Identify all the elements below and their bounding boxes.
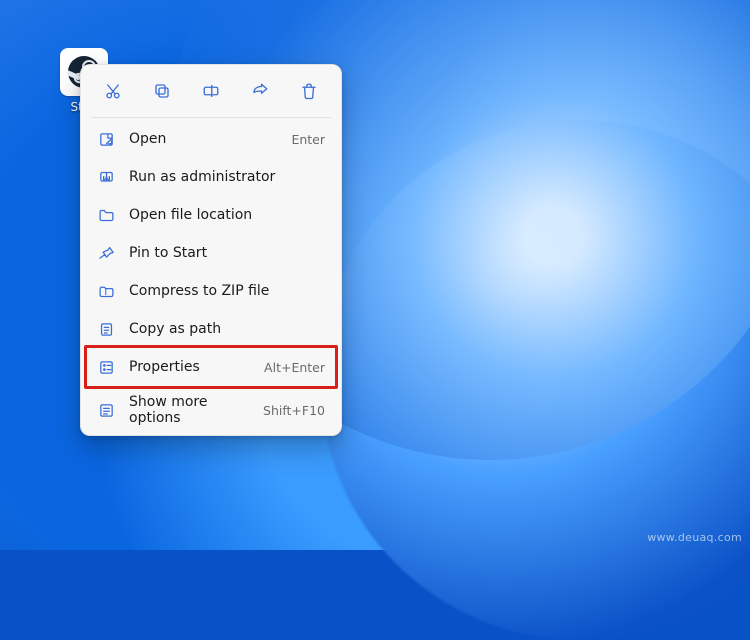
menu-item-run-as-administrator[interactable]: Run as administrator (87, 158, 335, 196)
menu-item-label: Compress to ZIP file (129, 283, 311, 299)
delete-button[interactable] (286, 73, 333, 109)
quick-actions-row (87, 71, 335, 115)
more-icon (97, 401, 115, 419)
shield-icon (97, 168, 115, 186)
menu-item-shortcut: Shift+F10 (263, 403, 325, 418)
cut-icon (104, 82, 122, 100)
menu-item-label: Open file location (129, 207, 311, 223)
menu-item-label: Pin to Start (129, 245, 311, 261)
menu-item-copy-as-path[interactable]: Copy as path (87, 310, 335, 348)
menu-item-show-more-options[interactable]: Show more options Shift+F10 (87, 391, 335, 429)
menu-item-shortcut: Alt+Enter (264, 360, 325, 375)
copy-icon (153, 82, 171, 100)
folder-icon (97, 206, 115, 224)
zip-icon (97, 282, 115, 300)
open-icon (97, 130, 115, 148)
rename-icon (202, 82, 220, 100)
menu-item-open[interactable]: Open Enter (87, 120, 335, 158)
menu-separator (91, 388, 331, 389)
menu-item-label: Properties (129, 359, 250, 375)
menu-item-label: Show more options (129, 394, 249, 426)
rename-button[interactable] (187, 73, 234, 109)
cut-button[interactable] (89, 73, 136, 109)
watermark: www.deuaq.com (647, 531, 742, 544)
menu-item-compress-zip[interactable]: Compress to ZIP file (87, 272, 335, 310)
copy-button[interactable] (138, 73, 185, 109)
properties-icon (97, 358, 115, 376)
pin-icon (97, 244, 115, 262)
menu-item-properties[interactable]: Properties Alt+Enter (87, 348, 335, 386)
share-button[interactable] (237, 73, 284, 109)
delete-icon (300, 82, 318, 100)
context-menu: Open Enter Run as administrator Open fil… (80, 64, 342, 436)
menu-item-label: Run as administrator (129, 169, 311, 185)
menu-item-label: Open (129, 131, 277, 147)
menu-item-pin-to-start[interactable]: Pin to Start (87, 234, 335, 272)
copy-path-icon (97, 320, 115, 338)
menu-separator (91, 117, 331, 118)
share-icon (251, 82, 269, 100)
menu-item-open-file-location[interactable]: Open file location (87, 196, 335, 234)
menu-item-label: Copy as path (129, 321, 311, 337)
menu-item-shortcut: Enter (291, 132, 325, 147)
